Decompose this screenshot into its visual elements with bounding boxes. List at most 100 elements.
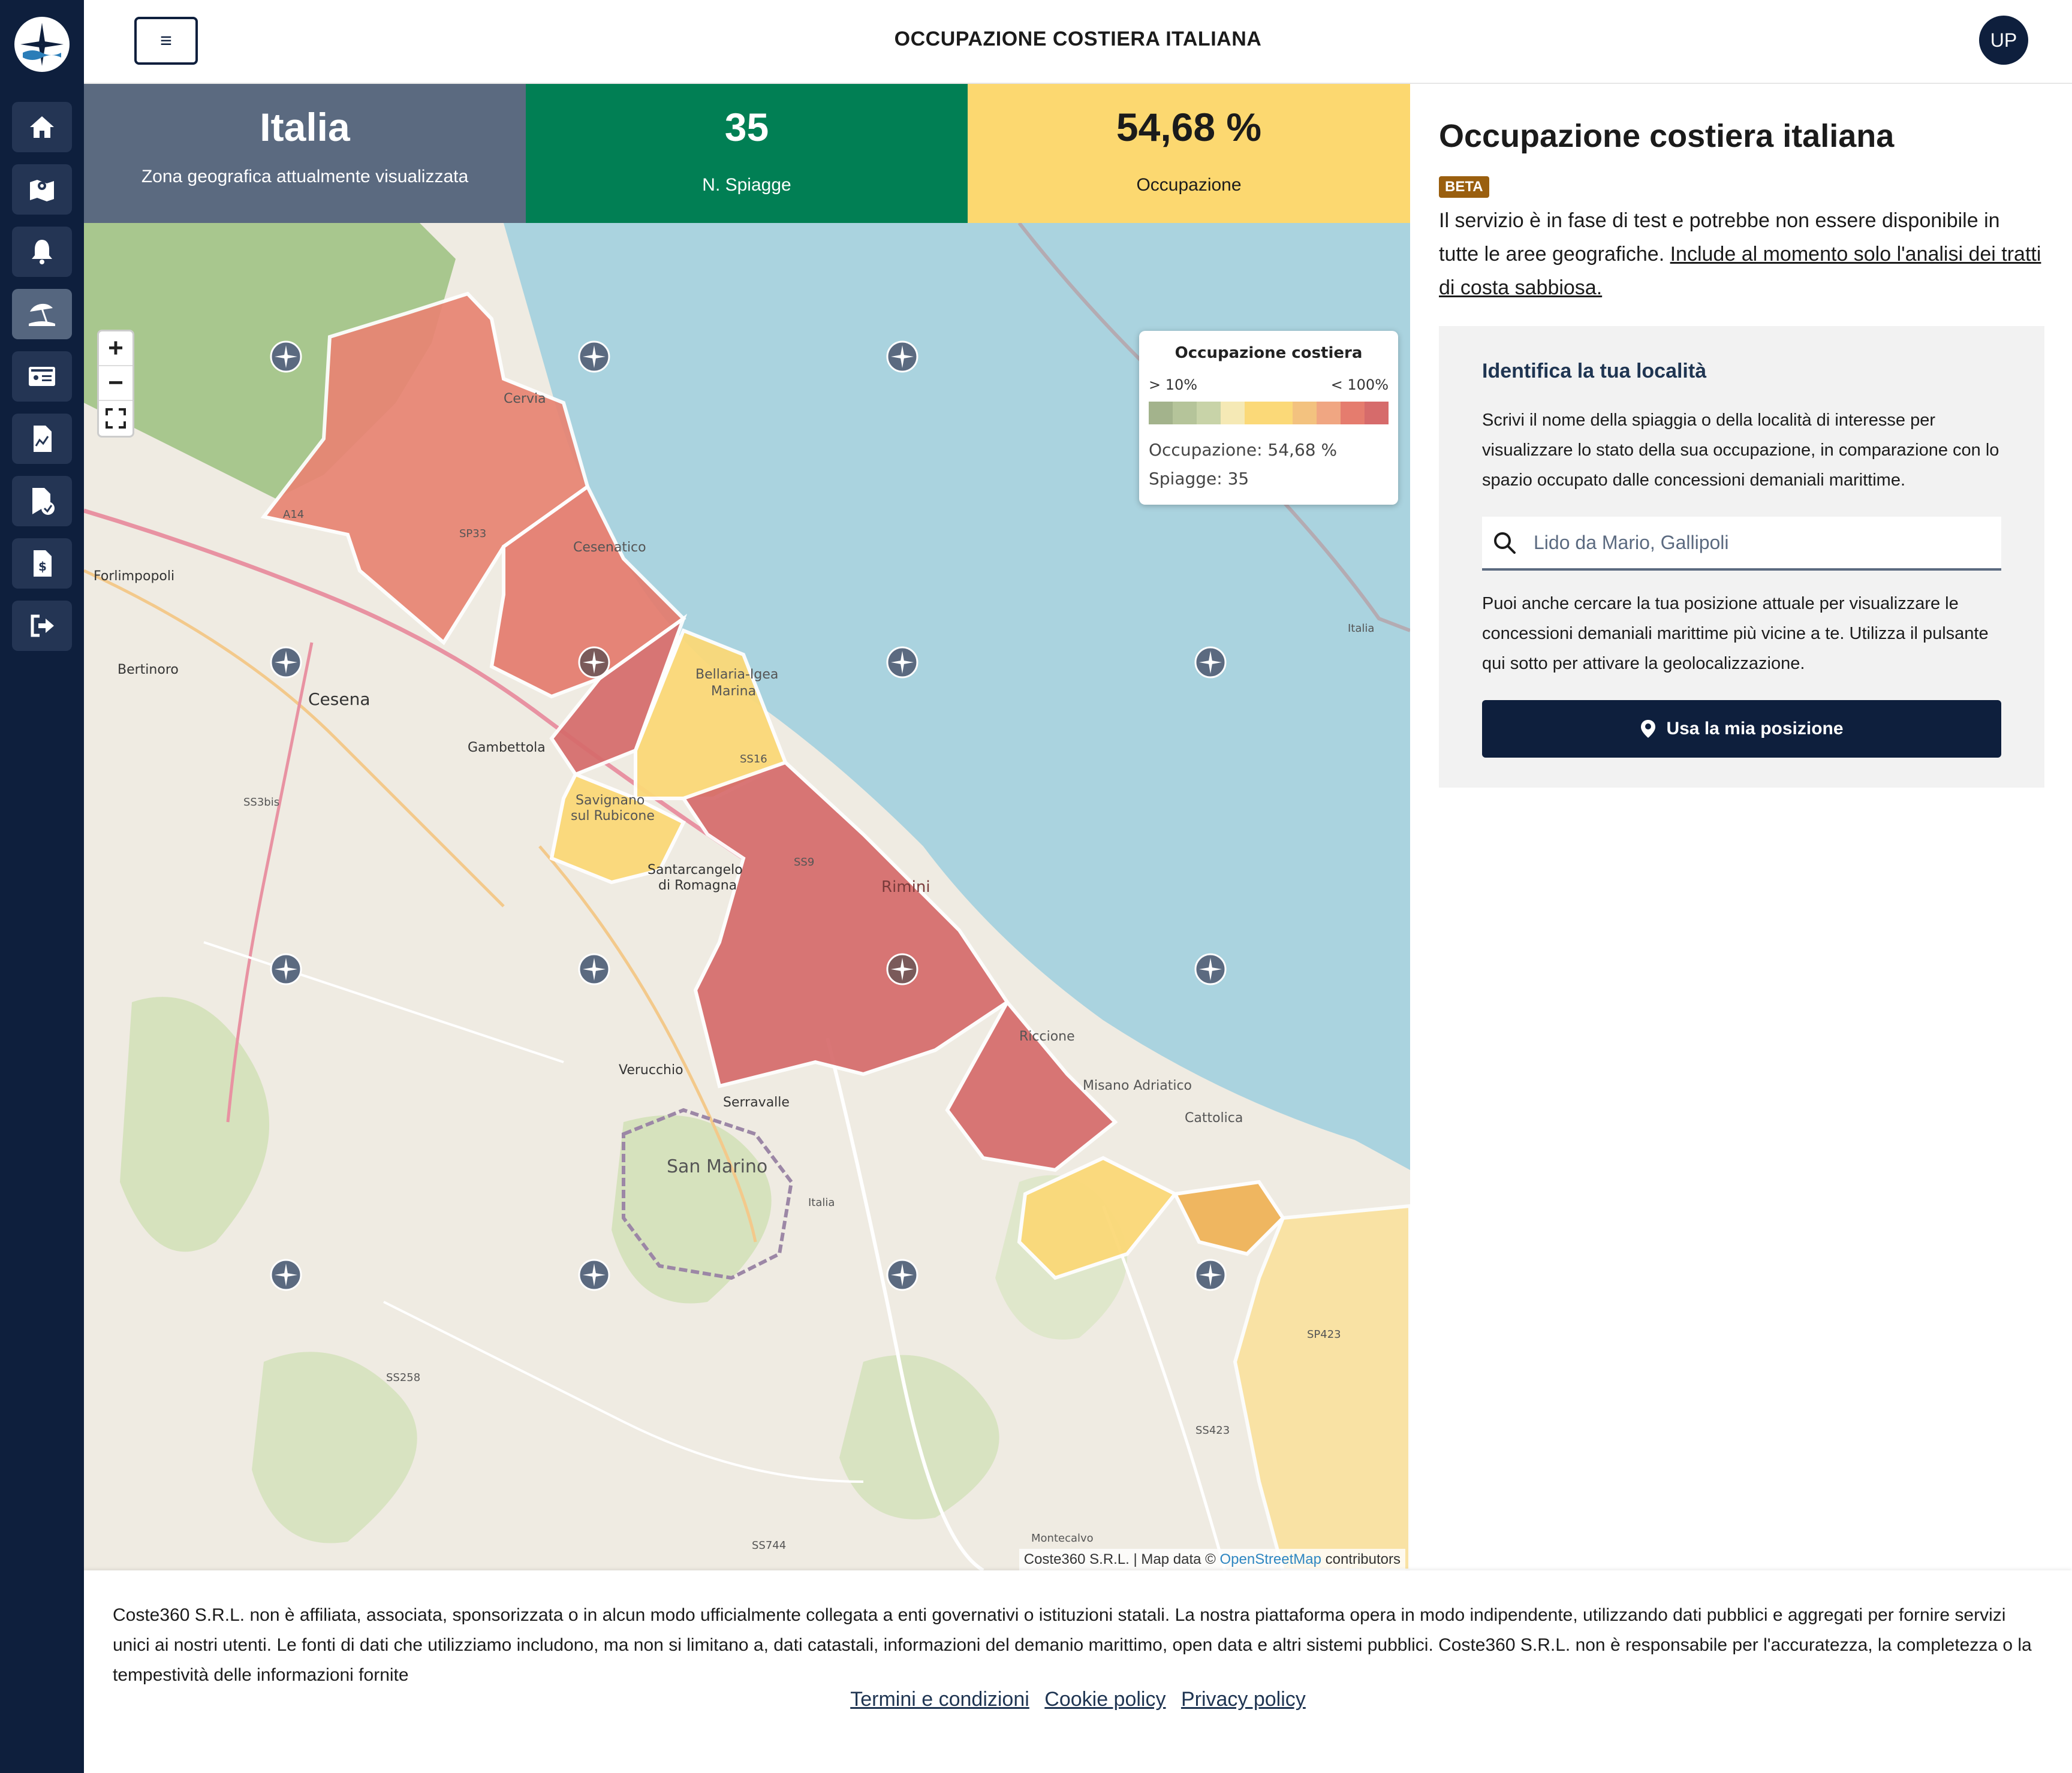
map-label-rimini: Rimini — [881, 878, 930, 896]
stat-occupancy-card: 54,68 % Occupazione — [968, 84, 1410, 223]
bell-icon — [32, 240, 52, 264]
home-icon — [30, 116, 54, 138]
map-label-ss9: SS9 — [794, 856, 814, 869]
legend-color-swatch — [1341, 402, 1365, 424]
map-attribution: Coste360 S.R.L. | Map data © OpenStreetM… — [1019, 1549, 1405, 1570]
map-label-ss744: SS744 — [752, 1539, 786, 1552]
beach-marker[interactable] — [1194, 953, 1227, 985]
attribution-suffix: contributors — [1325, 1551, 1401, 1567]
compass-marker-icon — [270, 953, 302, 985]
sidebar-item-map[interactable] — [12, 164, 72, 215]
map-label-san-marino: San Marino — [667, 1156, 767, 1177]
stat-beaches-label: N. Spiagge — [702, 175, 791, 195]
map-label-misano: Misano Adriatico — [1083, 1078, 1192, 1093]
app-title: OCCUPAZIONE COSTIERA ITALIANA — [894, 28, 1262, 50]
compass-marker-icon — [578, 953, 610, 985]
map-label-italia-sea: Italia — [1348, 622, 1374, 635]
map-label-cattolica: Cattolica — [1185, 1111, 1243, 1126]
map-label-ss16: SS16 — [740, 753, 767, 765]
fullscreen-icon — [106, 408, 126, 429]
map-label-santarcangelo-2: di Romagna — [658, 878, 737, 893]
map-zoom-controls: + − — [97, 330, 134, 438]
location-search-input[interactable] — [1534, 517, 1989, 568]
locate-title: Identifica la tua località — [1482, 360, 1707, 382]
openstreetmap-link[interactable]: OpenStreetMap — [1220, 1551, 1321, 1567]
legend-color-scale — [1149, 402, 1389, 424]
sidebar-item-home[interactable] — [12, 102, 72, 152]
app-logo[interactable] — [14, 17, 70, 72]
id-card-icon — [29, 367, 55, 386]
legend-color-swatch — [1245, 402, 1269, 424]
attribution-prefix: Coste360 S.R.L. | Map data © — [1023, 1551, 1216, 1567]
sidebar-item-verified-documents[interactable] — [12, 476, 72, 526]
map-legend: Occupazione costiera > 10% < 100% Occupa… — [1139, 331, 1398, 505]
compass-marker-icon — [886, 953, 918, 985]
beach-marker[interactable] — [886, 340, 918, 373]
privacy-policy-link[interactable]: Privacy policy — [1181, 1688, 1306, 1711]
beach-marker[interactable] — [270, 1259, 302, 1291]
svg-text:$: $ — [38, 559, 47, 574]
user-avatar[interactable]: UP — [1979, 16, 2028, 65]
stat-beaches-value: 35 — [724, 105, 769, 149]
beach-marker[interactable] — [886, 953, 918, 985]
sidebar-item-notifications[interactable] — [12, 227, 72, 277]
sidebar-item-logout[interactable] — [12, 601, 72, 651]
beach-marker[interactable] — [270, 340, 302, 373]
beach-marker[interactable] — [578, 340, 610, 373]
cookie-policy-link[interactable]: Cookie policy — [1044, 1688, 1166, 1711]
beach-marker[interactable] — [270, 646, 302, 679]
beach-marker[interactable] — [578, 1259, 610, 1291]
invoice-dollar-icon: $ — [34, 550, 52, 577]
legend-color-swatch — [1197, 402, 1221, 424]
map-label-a14: A14 — [283, 508, 304, 521]
logout-icon — [31, 614, 54, 637]
map-label-ss423: SS423 — [1195, 1424, 1230, 1437]
search-icon — [1494, 532, 1516, 554]
map-label-italia-land: Italia — [808, 1196, 835, 1209]
stat-zone-card: Italia Zona geografica attualmente visua… — [84, 84, 526, 223]
search-field[interactable] — [1482, 517, 2001, 571]
beach-marker[interactable] — [886, 646, 918, 679]
map-label-ss3bis: SS3bis — [243, 796, 279, 809]
beach-marker[interactable] — [270, 953, 302, 985]
top-header: ≡ OCCUPAZIONE COSTIERA ITALIANA UP — [84, 0, 2072, 84]
map-label-savignano: Savignano — [576, 793, 645, 808]
panel-description: Il servizio è in fase di test e potrebbe… — [1439, 204, 2044, 304]
sidebar-item-invoices[interactable]: $ — [12, 538, 72, 589]
zoom-in-button[interactable]: + — [99, 331, 132, 366]
sidebar-item-beach-occupancy[interactable] — [12, 289, 72, 339]
sidebar-item-reports[interactable] — [12, 414, 72, 464]
use-my-location-button[interactable]: Usa la mia posizione — [1482, 700, 2001, 758]
fullscreen-button[interactable] — [99, 401, 132, 436]
map-label-santarcangelo: Santarcangelo — [648, 863, 743, 878]
stat-occupancy-value: 54,68 % — [1116, 105, 1262, 149]
beta-badge: BETA — [1439, 176, 1489, 198]
locate-description: Scrivi il nome della spiaggia o della lo… — [1482, 411, 1999, 490]
beach-marker[interactable] — [886, 1259, 918, 1291]
map-label-verucchio: Verucchio — [619, 1063, 683, 1078]
geolocation-description: Puoi anche cercare la tua posizione attu… — [1482, 594, 1989, 673]
legend-color-swatch — [1221, 402, 1245, 424]
document-chart-icon — [34, 426, 52, 452]
beach-marker[interactable] — [1194, 646, 1227, 679]
info-panel: Occupazione costiera italiana BETA Il se… — [1410, 84, 2072, 1570]
map-label-cesena: Cesena — [308, 689, 371, 709]
beach-marker[interactable] — [578, 646, 610, 679]
sidebar-item-concessions[interactable] — [12, 351, 72, 402]
map-label-cervia: Cervia — [504, 391, 546, 406]
terms-link[interactable]: Termini e condizioni — [850, 1688, 1029, 1711]
occupancy-map[interactable]: Cervia Cesenatico Bellaria-Igea Marina S… — [84, 223, 1410, 1570]
beach-marker[interactable] — [578, 953, 610, 985]
map-label-ss258: SS258 — [386, 1371, 420, 1384]
zoom-out-button[interactable]: − — [99, 366, 132, 401]
compass-logo-icon — [18, 20, 66, 68]
beach-marker[interactable] — [1194, 1259, 1227, 1291]
compass-marker-icon — [578, 340, 610, 373]
location-pin-icon — [1641, 720, 1656, 738]
map-label-bellaria-2: Marina — [711, 684, 756, 699]
map-label-bertinoro: Bertinoro — [118, 662, 179, 677]
stat-zone-value: Italia — [260, 105, 350, 149]
locate-card: Identifica la tua località Scrivi il nom… — [1439, 326, 2044, 788]
legend-title: Occupazione costiera — [1174, 344, 1363, 362]
map-icon — [30, 180, 54, 201]
